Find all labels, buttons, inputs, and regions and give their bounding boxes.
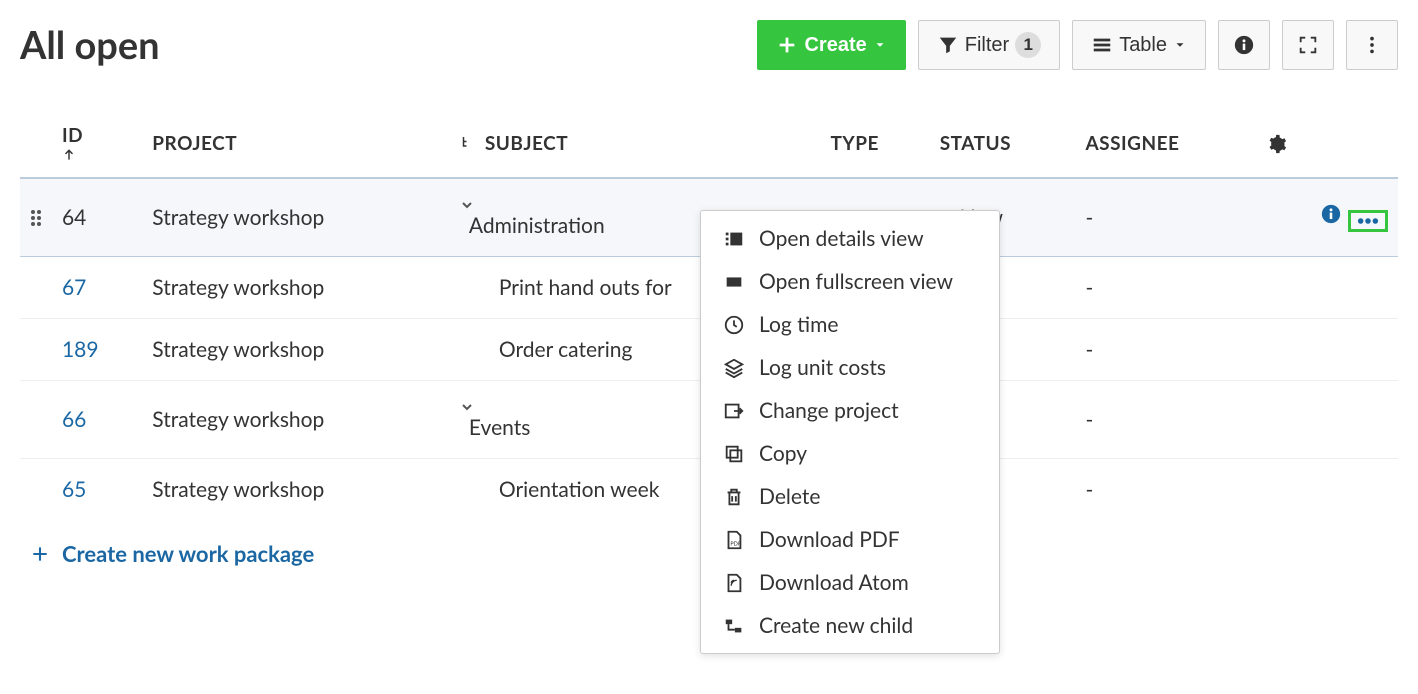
create-work-package-link[interactable]: Create new work package (20, 520, 324, 587)
row-id[interactable]: 64 (62, 205, 86, 230)
row-id[interactable]: 65 (62, 477, 86, 502)
row-assignee: - (1075, 257, 1257, 319)
menu-change-project[interactable]: Change project (701, 389, 999, 432)
row-project: Strategy workshop (142, 257, 449, 319)
row-project: Strategy workshop (142, 381, 449, 459)
menu-download-atom[interactable]: Download Atom (701, 561, 999, 604)
trash-icon (723, 486, 745, 508)
fullscreen-icon (723, 271, 745, 293)
col-project[interactable]: PROJECT (142, 110, 449, 178)
view-label: Table (1119, 34, 1167, 57)
plus-icon (30, 544, 50, 564)
info-button[interactable] (1218, 20, 1270, 70)
share-icon (723, 400, 745, 422)
plus-icon (776, 34, 798, 56)
col-type[interactable]: TYPE (821, 110, 930, 178)
row-assignee: - (1075, 459, 1257, 521)
copy-icon (723, 443, 745, 465)
drag-icon[interactable] (30, 209, 42, 227)
menu-open-fullscreen[interactable]: Open fullscreen view (701, 260, 999, 303)
create-button[interactable]: Create (757, 20, 905, 70)
menu-create-child[interactable]: Create new child (701, 604, 999, 647)
gear-icon (1267, 134, 1287, 154)
expand-icon (1297, 34, 1319, 56)
row-project: Strategy workshop (142, 178, 449, 257)
page-title: All open (20, 22, 160, 68)
col-settings[interactable] (1257, 110, 1398, 178)
row-id[interactable]: 189 (62, 337, 99, 362)
menu-log-time[interactable]: Log time (701, 303, 999, 346)
menu-delete[interactable]: Delete (701, 475, 999, 518)
layers-icon (723, 357, 745, 379)
menu-log-unit-costs[interactable]: Log unit costs (701, 346, 999, 389)
row-id[interactable]: 66 (62, 407, 86, 432)
row-context-menu: Open details view Open fullscreen view L… (700, 210, 1000, 654)
col-id[interactable]: ID (52, 110, 142, 178)
view-button[interactable]: Table (1072, 20, 1206, 70)
info-icon (1233, 34, 1255, 56)
fullscreen-button[interactable] (1282, 20, 1334, 70)
details-icon (723, 228, 745, 250)
kebab-icon (1361, 34, 1383, 56)
filter-button[interactable]: Filter 1 (918, 20, 1060, 70)
funnel-icon (937, 34, 959, 56)
create-label: Create (804, 34, 866, 57)
filter-label: Filter (965, 34, 1009, 57)
menu-open-details[interactable]: Open details view (701, 217, 999, 260)
create-link-label: Create new work package (62, 540, 314, 567)
atom-icon (723, 572, 745, 594)
col-assignee[interactable]: ASSIGNEE (1075, 110, 1257, 178)
caret-down-icon (1173, 38, 1187, 52)
hierarchy-icon (459, 134, 477, 152)
filter-count-badge: 1 (1015, 32, 1041, 58)
pdf-icon: PDF (723, 529, 745, 551)
more-menu-button[interactable] (1346, 20, 1398, 70)
menu-download-pdf[interactable]: PDF Download PDF (701, 518, 999, 561)
clock-icon (723, 314, 745, 336)
col-status[interactable]: STATUS (930, 110, 1076, 178)
row-project: Strategy workshop (142, 319, 449, 381)
caret-down-icon (873, 38, 887, 52)
row-info-button[interactable] (1320, 203, 1342, 225)
child-icon (723, 615, 745, 637)
row-assignee: - (1075, 319, 1257, 381)
list-icon (1091, 34, 1113, 56)
sort-asc-icon (62, 147, 132, 163)
col-subject[interactable]: SUBJECT (449, 110, 821, 178)
row-project: Strategy workshop (142, 459, 449, 521)
row-id[interactable]: 67 (62, 275, 86, 300)
svg-text:PDF: PDF (730, 541, 741, 547)
row-assignee: - (1075, 178, 1257, 257)
row-more-button[interactable] (1348, 210, 1388, 232)
row-assignee: - (1075, 381, 1257, 459)
menu-copy[interactable]: Copy (701, 432, 999, 475)
